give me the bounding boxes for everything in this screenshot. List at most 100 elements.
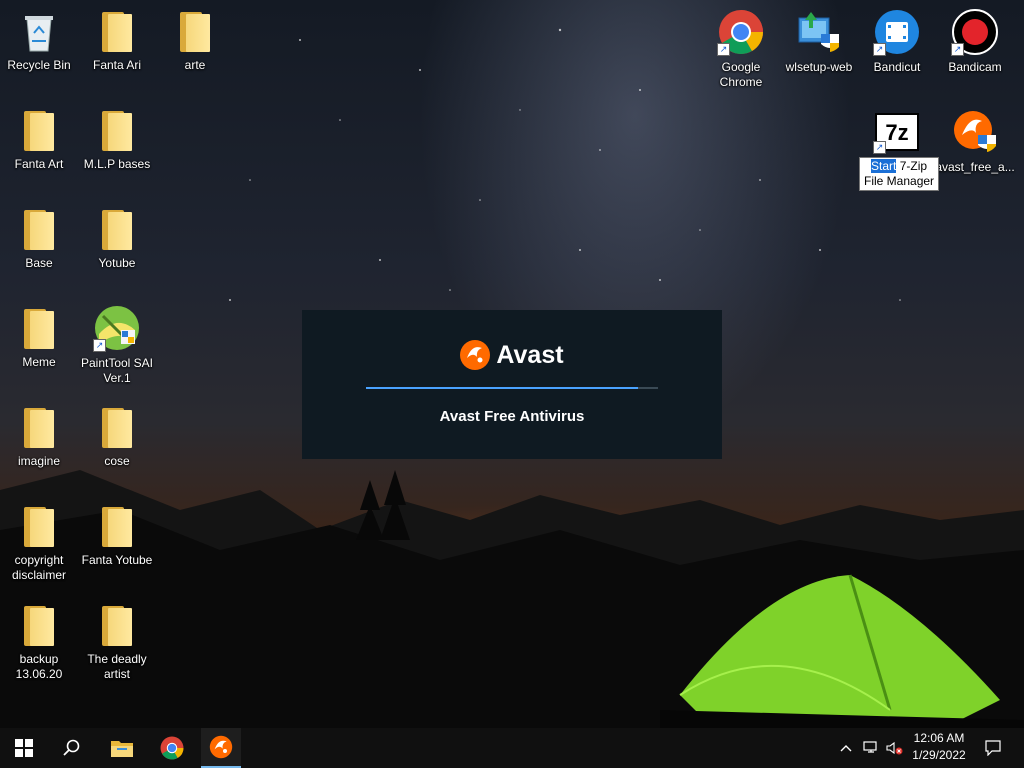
desktop-icon-label: avast_free_a...	[935, 160, 1015, 174]
splash-progress-fill	[366, 387, 638, 389]
taskbar-avast[interactable]	[201, 728, 241, 768]
desktop-icon-label: Fanta Art	[14, 157, 64, 171]
desktop-icon-label: Bandicam	[948, 60, 1002, 74]
desktop-icon-avast-installer[interactable]: avast_free_a...	[935, 108, 1015, 175]
folder-icon	[97, 109, 137, 153]
desktop-icon-fanta-yotube[interactable]: Fanta Yotube	[78, 505, 156, 568]
desktop-icon-label: wlsetup-web	[785, 60, 853, 74]
tray-overflow-button[interactable]	[836, 728, 856, 768]
desktop-icon-label: Meme	[22, 355, 56, 369]
taskbar-chrome[interactable]	[152, 728, 192, 768]
desktop-icon-label: Fanta Yotube	[81, 553, 153, 567]
taskbar: 12:06 AM 1/29/2022	[0, 728, 1024, 768]
desktop-icon-label: arte	[184, 58, 206, 72]
desktop-icon-imagine[interactable]: imagine	[0, 406, 78, 469]
painttool-sai-icon: ↗	[93, 304, 141, 352]
desktop-icon-label: backup 13.06.20	[15, 652, 63, 681]
avast-splash-window	[302, 310, 722, 459]
volume-button[interactable]	[884, 728, 906, 768]
folder-icon	[97, 604, 137, 648]
desktop-icon-label: Google Chrome	[719, 60, 763, 89]
folder-icon	[97, 406, 137, 450]
folder-icon	[19, 406, 59, 450]
network-button[interactable]	[860, 728, 882, 768]
splash-progress-bar	[366, 387, 658, 389]
avast-logo-icon	[460, 340, 491, 370]
desktop-icon-painttool-sai[interactable]: ↗ PaintTool SAI Ver.1	[78, 304, 156, 386]
avast-brand-name: Avast	[496, 340, 564, 369]
search-button[interactable]	[48, 728, 96, 768]
desktop-icon-copyright-disclaimer[interactable]: copyright disclaimer	[0, 505, 78, 583]
chevron-up-icon	[840, 745, 852, 752]
desktop-icon-the-deadly-artist[interactable]: The deadly artist	[78, 604, 156, 682]
desktop-icon-meme[interactable]: Meme	[0, 307, 78, 370]
file-explorer-icon	[111, 741, 133, 757]
desktop-icon-label: Yotube	[98, 256, 136, 270]
shortcut-arrow-icon: ↗	[873, 141, 886, 154]
wlsetup-icon	[795, 8, 843, 56]
rename-line-1-rest: 7-Zip	[899, 159, 928, 173]
shortcut-arrow-icon: ↗	[93, 339, 106, 352]
notification-icon	[985, 740, 1001, 756]
bandicam-icon: ↗	[951, 8, 999, 56]
recycle-bin-icon	[19, 10, 59, 54]
desktop-icon-label: Bandicut	[873, 60, 921, 74]
wallpaper-tent	[660, 574, 1024, 730]
chrome-icon	[160, 736, 184, 760]
folder-icon	[19, 604, 59, 648]
shortcut-arrow-icon: ↗	[951, 43, 964, 56]
avast-installer-icon	[951, 108, 999, 156]
desktop-icon-label: PaintTool SAI Ver.1	[80, 356, 154, 385]
splash-product-name: Avast Free Antivirus	[439, 408, 585, 425]
folder-icon	[97, 208, 137, 252]
7zip-icon: 7z ↗	[873, 110, 921, 154]
action-center-button[interactable]	[978, 728, 1008, 768]
windows-start-icon	[15, 739, 33, 757]
folder-icon	[97, 10, 137, 54]
desktop-icon-google-chrome[interactable]: ↗ Google Chrome	[702, 8, 780, 90]
desktop-icon-fanta-ari[interactable]: Fanta Ari	[78, 10, 156, 73]
desktop-icon-bandicut[interactable]: ↗ Bandicut	[858, 8, 936, 75]
chrome-icon: ↗	[717, 8, 765, 56]
volume-muted-icon	[886, 741, 903, 755]
desktop-icon-7zip[interactable]: 7z ↗	[858, 110, 936, 158]
desktop-icon-label: cose	[104, 454, 130, 468]
desktop-icon-label: imagine	[17, 454, 61, 468]
rename-line-1: Start 7-Zip	[864, 159, 934, 174]
taskbar-file-explorer[interactable]	[102, 728, 142, 768]
avast-icon	[209, 735, 233, 759]
selected-text: Start	[871, 159, 897, 173]
start-button[interactable]	[0, 728, 48, 768]
clock-time: 12:06 AM	[913, 731, 965, 745]
desktop-icon-bandicam[interactable]: ↗ Bandicam	[936, 8, 1014, 75]
desktop-icon-wlsetup-web[interactable]: wlsetup-web	[780, 8, 858, 75]
desktop-icon-arte[interactable]: arte	[156, 10, 234, 73]
folder-icon	[19, 505, 59, 549]
folder-icon	[175, 10, 215, 54]
desktop-icon-fanta-art[interactable]: Fanta Art	[0, 109, 78, 172]
desktop-icon-backup[interactable]: backup 13.06.20	[0, 604, 78, 682]
shortcut-arrow-icon: ↗	[717, 43, 730, 56]
desktop-icon-yotube[interactable]: Yotube	[78, 208, 156, 271]
folder-icon	[19, 208, 59, 252]
folder-icon	[19, 307, 59, 351]
desktop-icon-label: copyright disclaimer	[11, 553, 66, 582]
desktop-icon-label: Recycle Bin	[7, 58, 71, 72]
rename-line-2: File Manager	[864, 174, 935, 188]
desktop-icon-recycle-bin[interactable]: Recycle Bin	[0, 10, 78, 73]
folder-icon	[19, 109, 59, 153]
search-icon	[63, 739, 80, 756]
desktop-icon-base[interactable]: Base	[0, 208, 78, 271]
desktop-icon-label: Fanta Ari	[92, 58, 142, 72]
folder-icon	[97, 505, 137, 549]
desktop-icon-mlp-bases[interactable]: M.L.P bases	[78, 109, 156, 172]
bandicut-icon: ↗	[873, 8, 921, 56]
rename-text-box[interactable]: Start 7-Zip File Manager	[859, 157, 940, 191]
avast-splash-logo: Avast	[302, 340, 722, 370]
taskbar-clock[interactable]: 12:06 AM 1/29/2022	[906, 730, 972, 764]
desktop-icon-label: Base	[25, 256, 53, 270]
desktop-icon-cose[interactable]: cose	[78, 406, 156, 469]
desktop-icon-label: The deadly artist	[87, 652, 147, 681]
shortcut-arrow-icon: ↗	[873, 43, 886, 56]
network-icon	[863, 741, 877, 753]
